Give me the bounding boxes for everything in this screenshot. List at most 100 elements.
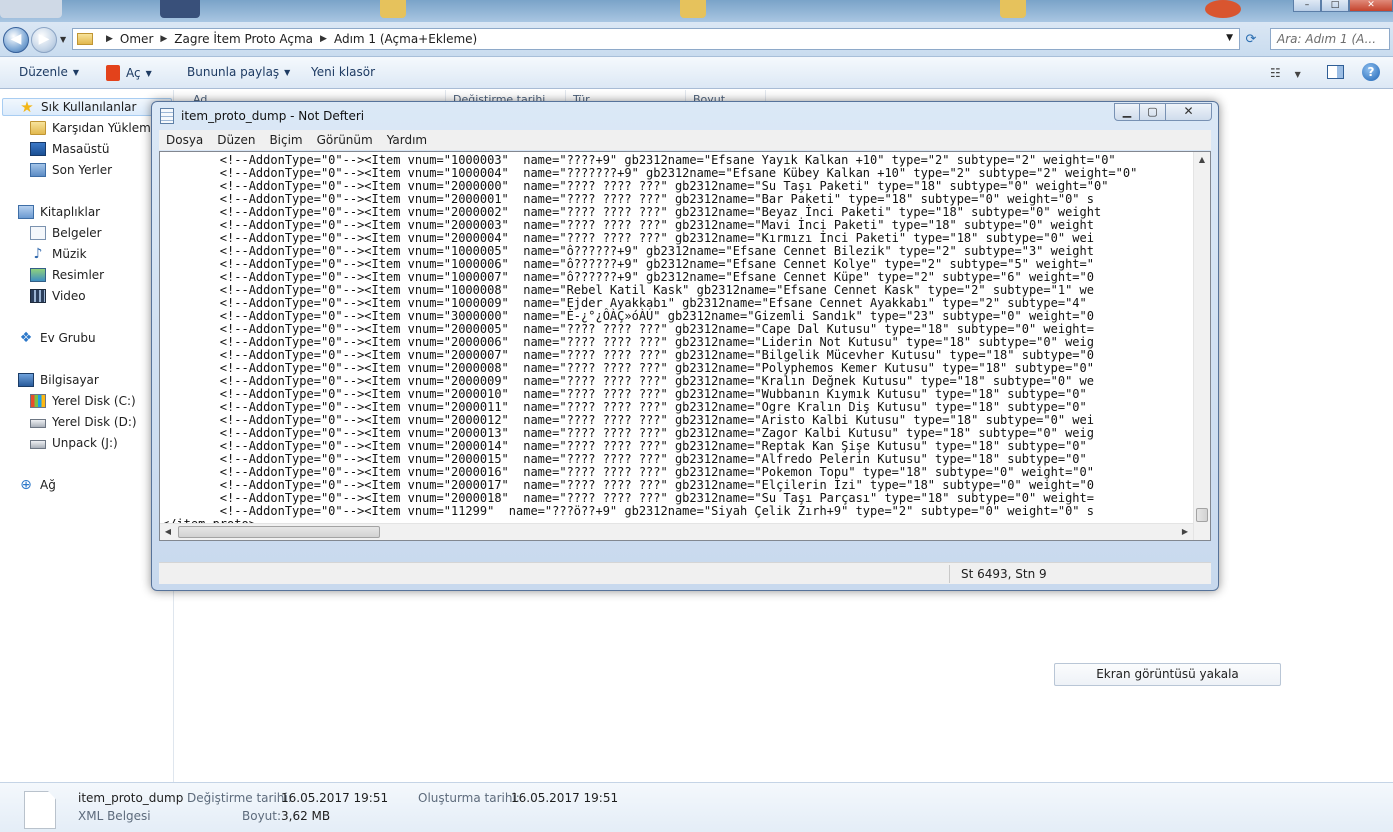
nav-label: Son Yerler xyxy=(52,163,113,177)
nav-label: Kitaplıklar xyxy=(40,205,101,219)
nav-computer[interactable]: Bilgisayar xyxy=(18,373,99,387)
notepad-statusbar: St 6493, Stn 9 xyxy=(159,562,1211,584)
cursor-position: St 6493, Stn 9 xyxy=(961,567,1047,581)
address-row: ◀ ▶ ▼ ▶ Omer ▶ Zagre İtem Proto Açma ▶ Adım… xyxy=(0,22,1393,57)
star-icon: ★ xyxy=(20,98,34,116)
chevron-right-icon: ▶ xyxy=(106,34,113,44)
vertical-scroll-thumb[interactable] xyxy=(1196,508,1208,522)
scroll-right-icon[interactable]: ▶ xyxy=(1177,524,1193,540)
nav-favorites[interactable]: ★ Sık Kullanılanlar xyxy=(2,98,172,116)
organize-button[interactable]: Düzenle ▼ xyxy=(19,65,79,79)
window-controls: – □ ✕ xyxy=(1293,0,1393,14)
nav-label: Belgeler xyxy=(52,226,102,240)
menu-format[interactable]: Biçim xyxy=(262,133,309,147)
chevron-down-icon: ▼ xyxy=(284,67,291,77)
back-button[interactable]: ◀ xyxy=(3,27,29,53)
maximize-button[interactable]: ▢ xyxy=(1140,103,1166,121)
address-bar[interactable]: ▶ Omer ▶ Zagre İtem Proto Açma ▶ Adım 1 (Aç… xyxy=(72,28,1240,50)
videos-icon xyxy=(30,289,46,303)
nav-documents[interactable]: Belgeler xyxy=(30,226,102,240)
close-button[interactable]: ✕ xyxy=(1166,103,1212,121)
scroll-left-icon[interactable]: ◀ xyxy=(160,524,176,540)
details-pane: item_proto_dump XML Belgesi Değiştirme t… xyxy=(0,782,1393,832)
maximize-button[interactable]: □ xyxy=(1321,0,1349,12)
notepad-window-controls: ▁ ▢ ✕ xyxy=(1114,103,1212,121)
windows-drive-icon xyxy=(30,394,46,408)
modified-label: Değiştirme tarihi: xyxy=(187,791,292,805)
recent-pages-dropdown-icon[interactable]: ▼ xyxy=(60,35,66,44)
horizontal-scroll-thumb[interactable] xyxy=(178,526,380,538)
downloads-folder-icon xyxy=(30,121,46,135)
created-label: Oluşturma tarihi: xyxy=(418,791,520,805)
menu-file[interactable]: Dosya xyxy=(159,133,210,147)
size-value: 3,62 MB xyxy=(281,809,331,823)
nav-videos[interactable]: Video xyxy=(30,289,86,303)
open-button[interactable]: Aç ▼ xyxy=(106,65,152,81)
computer-icon xyxy=(18,373,34,387)
breadcrumb-item[interactable]: ▶ Adım 1 (Açma+Ekleme) xyxy=(313,32,477,46)
office-icon xyxy=(106,65,120,81)
command-bar: Düzenle ▼ Aç ▼ Bununla paylaş ▼ Yeni klasör… xyxy=(0,57,1393,89)
chevron-down-icon: ▼ xyxy=(72,67,80,77)
music-icon: ♪ xyxy=(33,246,43,262)
taskbar-thumbnail xyxy=(1000,0,1026,18)
file-type: XML Belgesi xyxy=(78,809,151,823)
nav-pictures[interactable]: Resimler xyxy=(30,268,104,282)
vertical-scrollbar[interactable]: ▲ ▼ xyxy=(1193,152,1210,540)
xml-file-icon xyxy=(24,791,56,829)
nav-drive-d[interactable]: Yerel Disk (D:) xyxy=(30,415,137,429)
taskbar-thumbnail xyxy=(680,0,706,18)
taskbar-thumbnail xyxy=(1205,0,1241,18)
refresh-icon[interactable]: ⟳ xyxy=(1241,30,1261,50)
nav-label: Yerel Disk (D:) xyxy=(52,415,137,429)
views-button[interactable]: ☷ ▼ xyxy=(1270,66,1301,80)
open-label: Aç xyxy=(126,66,141,80)
libraries-icon xyxy=(18,205,34,219)
nav-label: Ev Grubu xyxy=(40,331,96,345)
navigation-pane: ★ Sık Kullanılanlar Karşıdan Yüklemeler M… xyxy=(0,90,174,782)
breadcrumb-label: Zagre İtem Proto Açma xyxy=(174,32,314,46)
menu-view[interactable]: Görünüm xyxy=(310,133,380,147)
horizontal-scrollbar[interactable]: ◀ ▶ xyxy=(160,523,1193,540)
minimize-button[interactable]: – xyxy=(1293,0,1321,12)
chevron-right-icon: ▶ xyxy=(160,34,168,44)
menu-help[interactable]: Yardım xyxy=(380,133,434,147)
minimize-button[interactable]: ▁ xyxy=(1114,103,1140,121)
nav-libraries[interactable]: Kitaplıklar xyxy=(18,205,100,219)
homegroup-icon: ❖ xyxy=(19,330,33,346)
drive-icon xyxy=(30,419,46,428)
search-input[interactable]: Ara: Adım 1 (A... xyxy=(1270,28,1390,50)
help-icon[interactable]: ? xyxy=(1362,63,1380,81)
nav-music[interactable]: ♪ Müzik xyxy=(30,247,87,261)
forward-button[interactable]: ▶ xyxy=(31,27,57,53)
scroll-up-icon[interactable]: ▲ xyxy=(1194,152,1210,168)
new-folder-button[interactable]: Yeni klasör xyxy=(311,65,375,79)
views-icon: ☷ xyxy=(1270,66,1281,80)
nav-recent[interactable]: Son Yerler xyxy=(30,163,112,177)
nav-network[interactable]: ⊕ Ağ xyxy=(18,478,56,492)
breadcrumb-label: Adım 1 (Açma+Ekleme) xyxy=(333,32,478,46)
breadcrumb-item[interactable]: ▶ Zagre İtem Proto Açma xyxy=(153,32,313,46)
close-button[interactable]: ✕ xyxy=(1349,0,1393,12)
address-dropdown-icon[interactable]: ▼ xyxy=(1226,33,1233,43)
nav-drive-j[interactable]: Unpack (J:) xyxy=(30,436,118,450)
notepad-window[interactable]: item_proto_dump - Not Defteri ▁ ▢ ✕ Dosy… xyxy=(151,101,1219,591)
new-folder-label: Yeni klasör xyxy=(311,65,376,79)
share-button[interactable]: Bununla paylaş ▼ xyxy=(187,65,290,79)
modified-value: 16.05.2017 19:51 xyxy=(281,791,389,805)
preview-pane-icon[interactable] xyxy=(1327,65,1344,79)
notepad-text-area[interactable]: <!--AddonType="0"--><Item vnum="1000003"… xyxy=(159,151,1211,541)
drive-icon xyxy=(30,440,46,449)
menu-edit[interactable]: Düzen xyxy=(210,133,262,147)
notepad-text-content[interactable]: <!--AddonType="0"--><Item vnum="1000003"… xyxy=(162,154,1190,528)
nav-label: Resimler xyxy=(52,268,105,282)
folder-icon xyxy=(77,33,93,45)
nav-homegroup[interactable]: ❖ Ev Grubu xyxy=(18,331,96,345)
nav-label: Masaüstü xyxy=(52,142,110,156)
network-icon: ⊕ xyxy=(20,477,32,493)
notepad-titlebar[interactable]: item_proto_dump - Not Defteri xyxy=(160,106,364,126)
breadcrumb-item[interactable]: ▶ Omer xyxy=(99,32,153,46)
nav-desktop[interactable]: Masaüstü xyxy=(30,142,109,156)
capture-screenshot-button[interactable]: Ekran görüntüsü yakala xyxy=(1054,663,1281,686)
nav-drive-c[interactable]: Yerel Disk (C:) xyxy=(30,394,136,408)
